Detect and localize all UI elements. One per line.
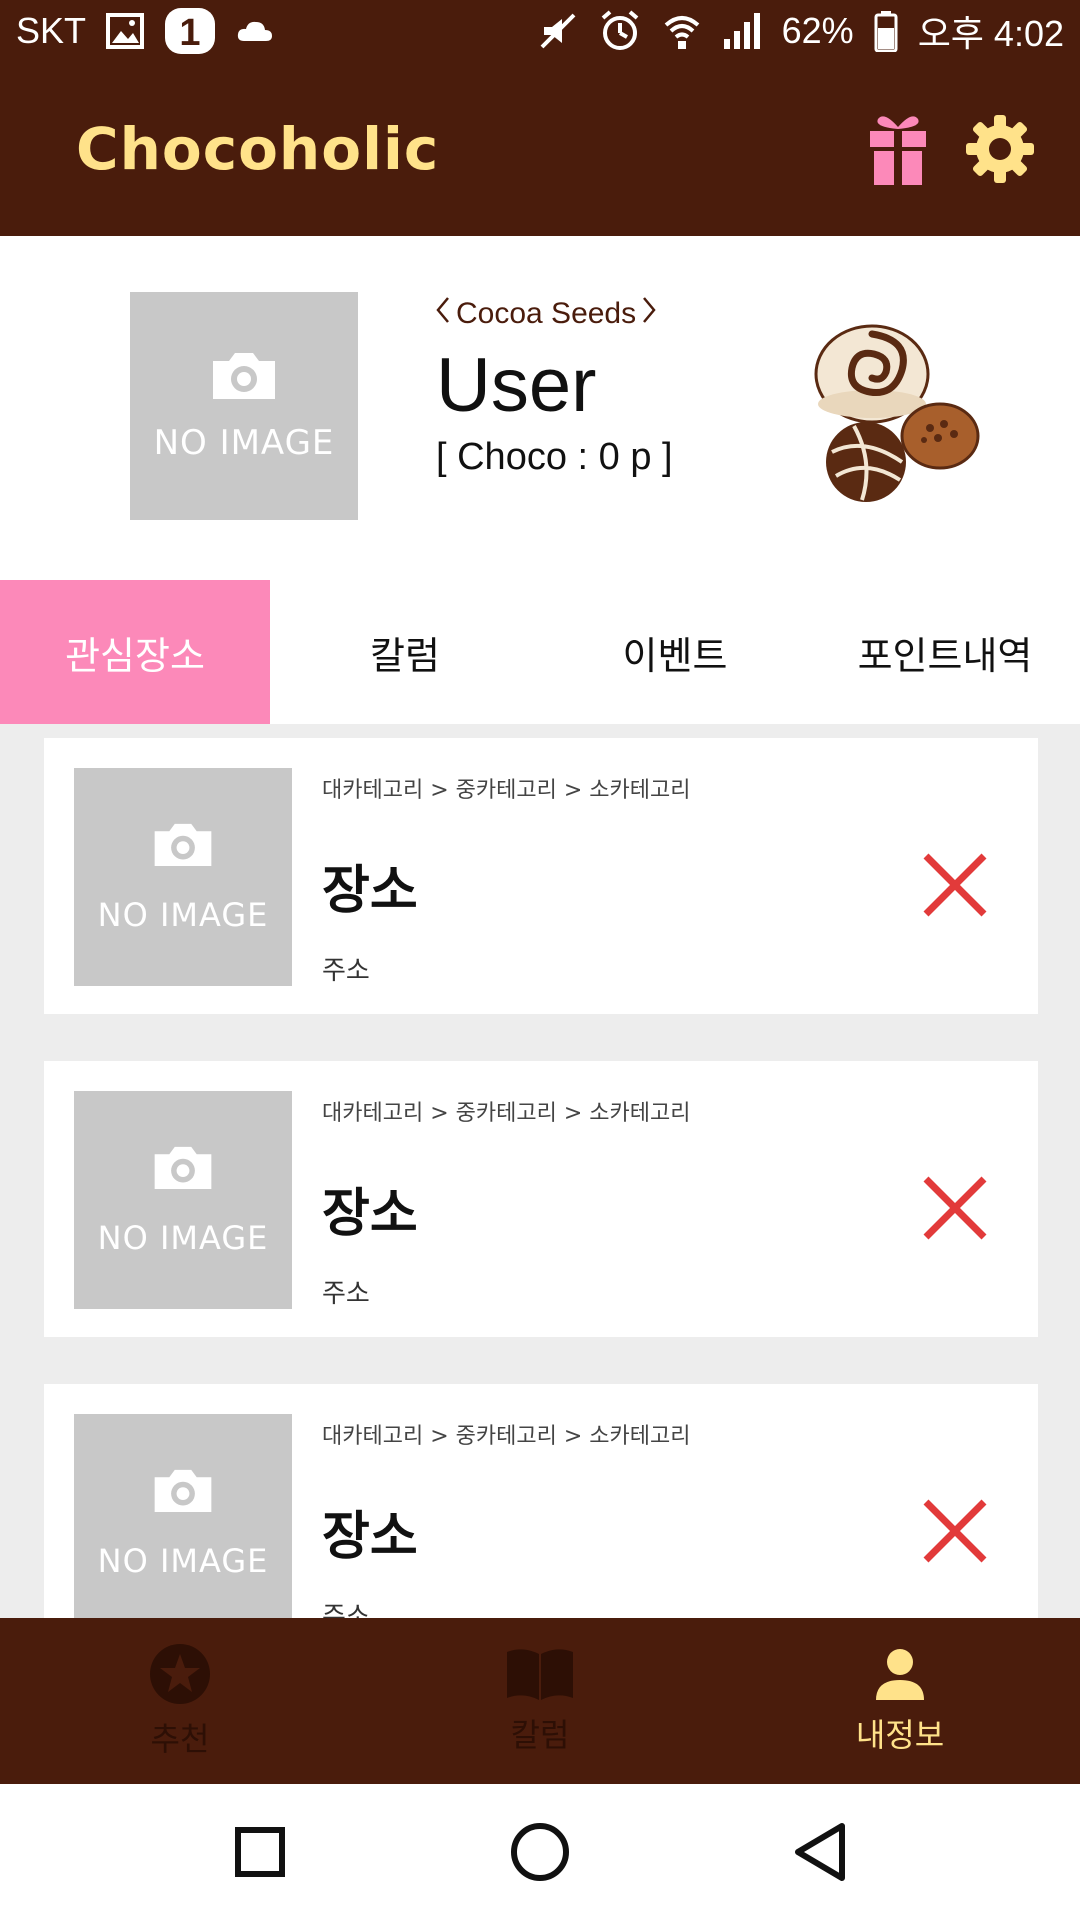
tab-favorite-places[interactable]: 관심장소 (0, 580, 270, 724)
back-triangle-icon (795, 1823, 845, 1881)
system-navigation-bar (0, 1784, 1080, 1920)
place-card[interactable]: NO IMAGE 대카테고리 > 중카테고리 > 소카테고리 장소 주소 (44, 1061, 1038, 1337)
gift-icon[interactable] (862, 109, 934, 189)
profile-name: User (436, 343, 597, 428)
status-left: SKT 1 (16, 7, 274, 55)
place-photo-placeholder: NO IMAGE (74, 1091, 292, 1309)
status-right: 62% 오후 4:02 (538, 5, 1064, 57)
mute-icon (538, 13, 578, 49)
place-address: 주소 (322, 956, 370, 986)
nav-label: 추천 (150, 1720, 210, 1758)
camera-icon (151, 1143, 215, 1195)
recents-button[interactable] (225, 1817, 295, 1887)
place-card[interactable]: NO IMAGE 대카테고리 > 중카테고리 > 소카테고리 장소 주소 (44, 1384, 1038, 1618)
nav-column[interactable]: 칼럼 (360, 1618, 720, 1784)
app-title: Chocoholic (76, 115, 440, 183)
carrier-label: SKT (16, 10, 87, 51)
recents-square-icon (235, 1827, 285, 1877)
place-address: 주소 (322, 1602, 370, 1618)
home-circle-icon (511, 1823, 569, 1881)
star-badge-icon (148, 1642, 212, 1710)
chevron-right-icon (642, 296, 656, 332)
tab-bar: 관심장소 칼럼 이벤트 포인트내역 (0, 580, 1080, 724)
alarm-icon (598, 9, 642, 53)
place-card[interactable]: NO IMAGE 대카테고리 > 중카테고리 > 소카테고리 장소 주소 (44, 738, 1038, 1014)
book-icon (505, 1646, 575, 1706)
settings-gear-icon[interactable] (964, 109, 1036, 189)
nav-label: 내정보 (855, 1716, 945, 1754)
notification-badge-count: 1 (179, 12, 200, 54)
place-photo-placeholder: NO IMAGE (74, 768, 292, 986)
wifi-icon (662, 11, 702, 51)
nav-recommend[interactable]: 추천 (0, 1618, 360, 1784)
tab-events[interactable]: 이벤트 (540, 580, 810, 724)
close-x-icon (923, 1499, 987, 1563)
clock: 오후 4:02 (917, 13, 1064, 54)
camera-icon (209, 349, 279, 405)
nav-my-info[interactable]: 내정보 (720, 1618, 1080, 1784)
place-name: 장소 (322, 1184, 418, 1244)
nav-label: 칼럼 (510, 1716, 570, 1754)
back-button[interactable] (785, 1817, 855, 1887)
remove-place-button[interactable] (920, 1496, 990, 1566)
profile-grade: Cocoa Seeds (436, 296, 673, 332)
place-category-path: 대카테고리 > 중카테고리 > 소카테고리 (322, 1424, 691, 1449)
remove-place-button[interactable] (920, 850, 990, 920)
profile-points: [ Choco : 0 p ] (436, 436, 673, 478)
place-photo-placeholder: NO IMAGE (74, 1414, 292, 1618)
close-x-icon (923, 1176, 987, 1240)
place-name: 장소 (322, 1507, 418, 1567)
place-noimage-text: NO IMAGE (97, 1542, 269, 1580)
home-button[interactable] (505, 1817, 575, 1887)
signal-icon (722, 11, 762, 51)
app-actions (862, 109, 1036, 189)
close-x-icon (923, 853, 987, 917)
grade-label: Cocoa Seeds (456, 297, 637, 330)
one-badge-icon: 1 (164, 7, 216, 55)
favorite-places-list[interactable]: NO IMAGE 대카테고리 > 중카테고리 > 소카테고리 장소 주소 NO … (0, 724, 1080, 1618)
place-name: 장소 (322, 861, 418, 921)
place-address: 주소 (322, 1279, 370, 1309)
battery-percent: 62% (781, 10, 854, 51)
place-category-path: 대카테고리 > 중카테고리 > 소카테고리 (322, 778, 691, 803)
tab-point-history[interactable]: 포인트내역 (810, 580, 1080, 724)
status-bar: SKT 1 62% 오후 4:02 (0, 0, 1080, 62)
place-noimage-text: NO IMAGE (97, 896, 269, 934)
battery-icon (874, 10, 898, 52)
bottom-navigation: 추천 칼럼 내정보 (0, 1618, 1080, 1784)
app-bar: Chocoholic (0, 62, 1080, 236)
chevron-left-icon (436, 296, 450, 332)
person-icon (872, 1646, 928, 1706)
gallery-icon (106, 13, 145, 49)
profile-noimage-text: NO IMAGE (153, 423, 335, 463)
cloud-icon (236, 19, 274, 43)
place-category-path: 대카테고리 > 중카테고리 > 소카테고리 (322, 1101, 691, 1126)
profile-info: Cocoa Seeds User [ Choco : 0 p ] (436, 296, 673, 479)
place-noimage-text: NO IMAGE (97, 1219, 269, 1257)
tab-column[interactable]: 칼럼 (270, 580, 540, 724)
chocolate-illustration (814, 312, 984, 512)
remove-place-button[interactable] (920, 1173, 990, 1243)
camera-icon (151, 820, 215, 872)
camera-icon (151, 1466, 215, 1518)
profile-photo-placeholder[interactable]: NO IMAGE (130, 292, 358, 520)
profile-section: NO IMAGE Cocoa Seeds User [ Choco : 0 p … (0, 236, 1080, 580)
